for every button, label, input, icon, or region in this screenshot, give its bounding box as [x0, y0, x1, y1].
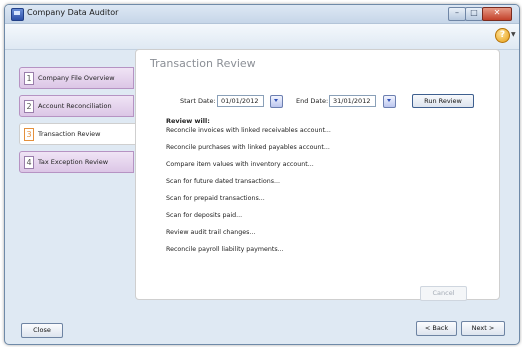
review-item: Reconcile payroll liability payments...: [166, 246, 284, 253]
step-number: 1: [24, 72, 34, 85]
next-button[interactable]: Next >: [461, 321, 505, 336]
review-item: Scan for prepaid transactions...: [166, 195, 265, 202]
end-date-label: End Date:: [296, 97, 329, 105]
app-icon: [11, 8, 24, 21]
review-heading: Review will:: [166, 117, 210, 125]
calendar-dropdown-icon[interactable]: [383, 95, 396, 108]
start-date-label: Start Date:: [180, 97, 216, 105]
review-item: Reconcile purchases with linked payables…: [166, 144, 330, 151]
end-date-field[interactable]: 31/01/2012: [329, 95, 376, 107]
help-icon[interactable]: ?: [495, 28, 510, 43]
step-number: 2: [24, 100, 34, 113]
step-number: 4: [24, 156, 34, 169]
calendar-dropdown-icon[interactable]: [270, 95, 283, 108]
maximize-button[interactable]: □: [465, 7, 483, 21]
start-date-field[interactable]: 01/01/2012: [217, 95, 264, 107]
sidebar-item-label: Company File Overview: [38, 74, 115, 82]
sidebar-item-label: Account Reconciliation: [38, 102, 112, 110]
sidebar-item-transaction-review[interactable]: 3 Transaction Review: [19, 123, 136, 145]
cancel-button[interactable]: Cancel: [420, 286, 467, 301]
review-item: Reconcile invoices with linked receivabl…: [166, 127, 331, 134]
close-window-button[interactable]: ✕: [482, 7, 512, 21]
review-item: Compare item values with inventory accou…: [166, 161, 314, 168]
review-item: Scan for future dated transactions...: [166, 178, 281, 185]
sidebar-item-label: Tax Exception Review: [38, 158, 109, 166]
minimize-button[interactable]: –: [448, 7, 466, 21]
app-window: Company Data Auditor – □ ✕ ? ▼ 1 Company…: [4, 4, 520, 345]
sidebar: 1 Company File Overview 2 Account Reconc…: [5, 50, 136, 298]
page-title: Transaction Review: [150, 57, 256, 70]
step-number: 3: [24, 128, 34, 141]
sidebar-item-company-file-overview[interactable]: 1 Company File Overview: [19, 67, 134, 89]
toolbar: ? ▼: [5, 24, 519, 50]
sidebar-item-account-reconciliation[interactable]: 2 Account Reconciliation: [19, 95, 134, 117]
run-review-button[interactable]: Run Review: [412, 94, 474, 108]
close-button[interactable]: Close: [21, 323, 63, 338]
title-bar: Company Data Auditor – □ ✕: [5, 5, 519, 24]
sidebar-item-tax-exception-review[interactable]: 4 Tax Exception Review: [19, 151, 134, 173]
back-button[interactable]: < Back: [416, 321, 457, 336]
review-item: Review audit trail changes...: [166, 229, 256, 236]
chevron-down-icon[interactable]: ▼: [511, 31, 516, 38]
sidebar-item-label: Transaction Review: [38, 130, 101, 138]
review-item: Scan for deposits paid...: [166, 212, 243, 219]
main-panel: Transaction Review Start Date: 01/01/201…: [135, 49, 500, 301]
window-title: Company Data Auditor: [27, 8, 119, 17]
